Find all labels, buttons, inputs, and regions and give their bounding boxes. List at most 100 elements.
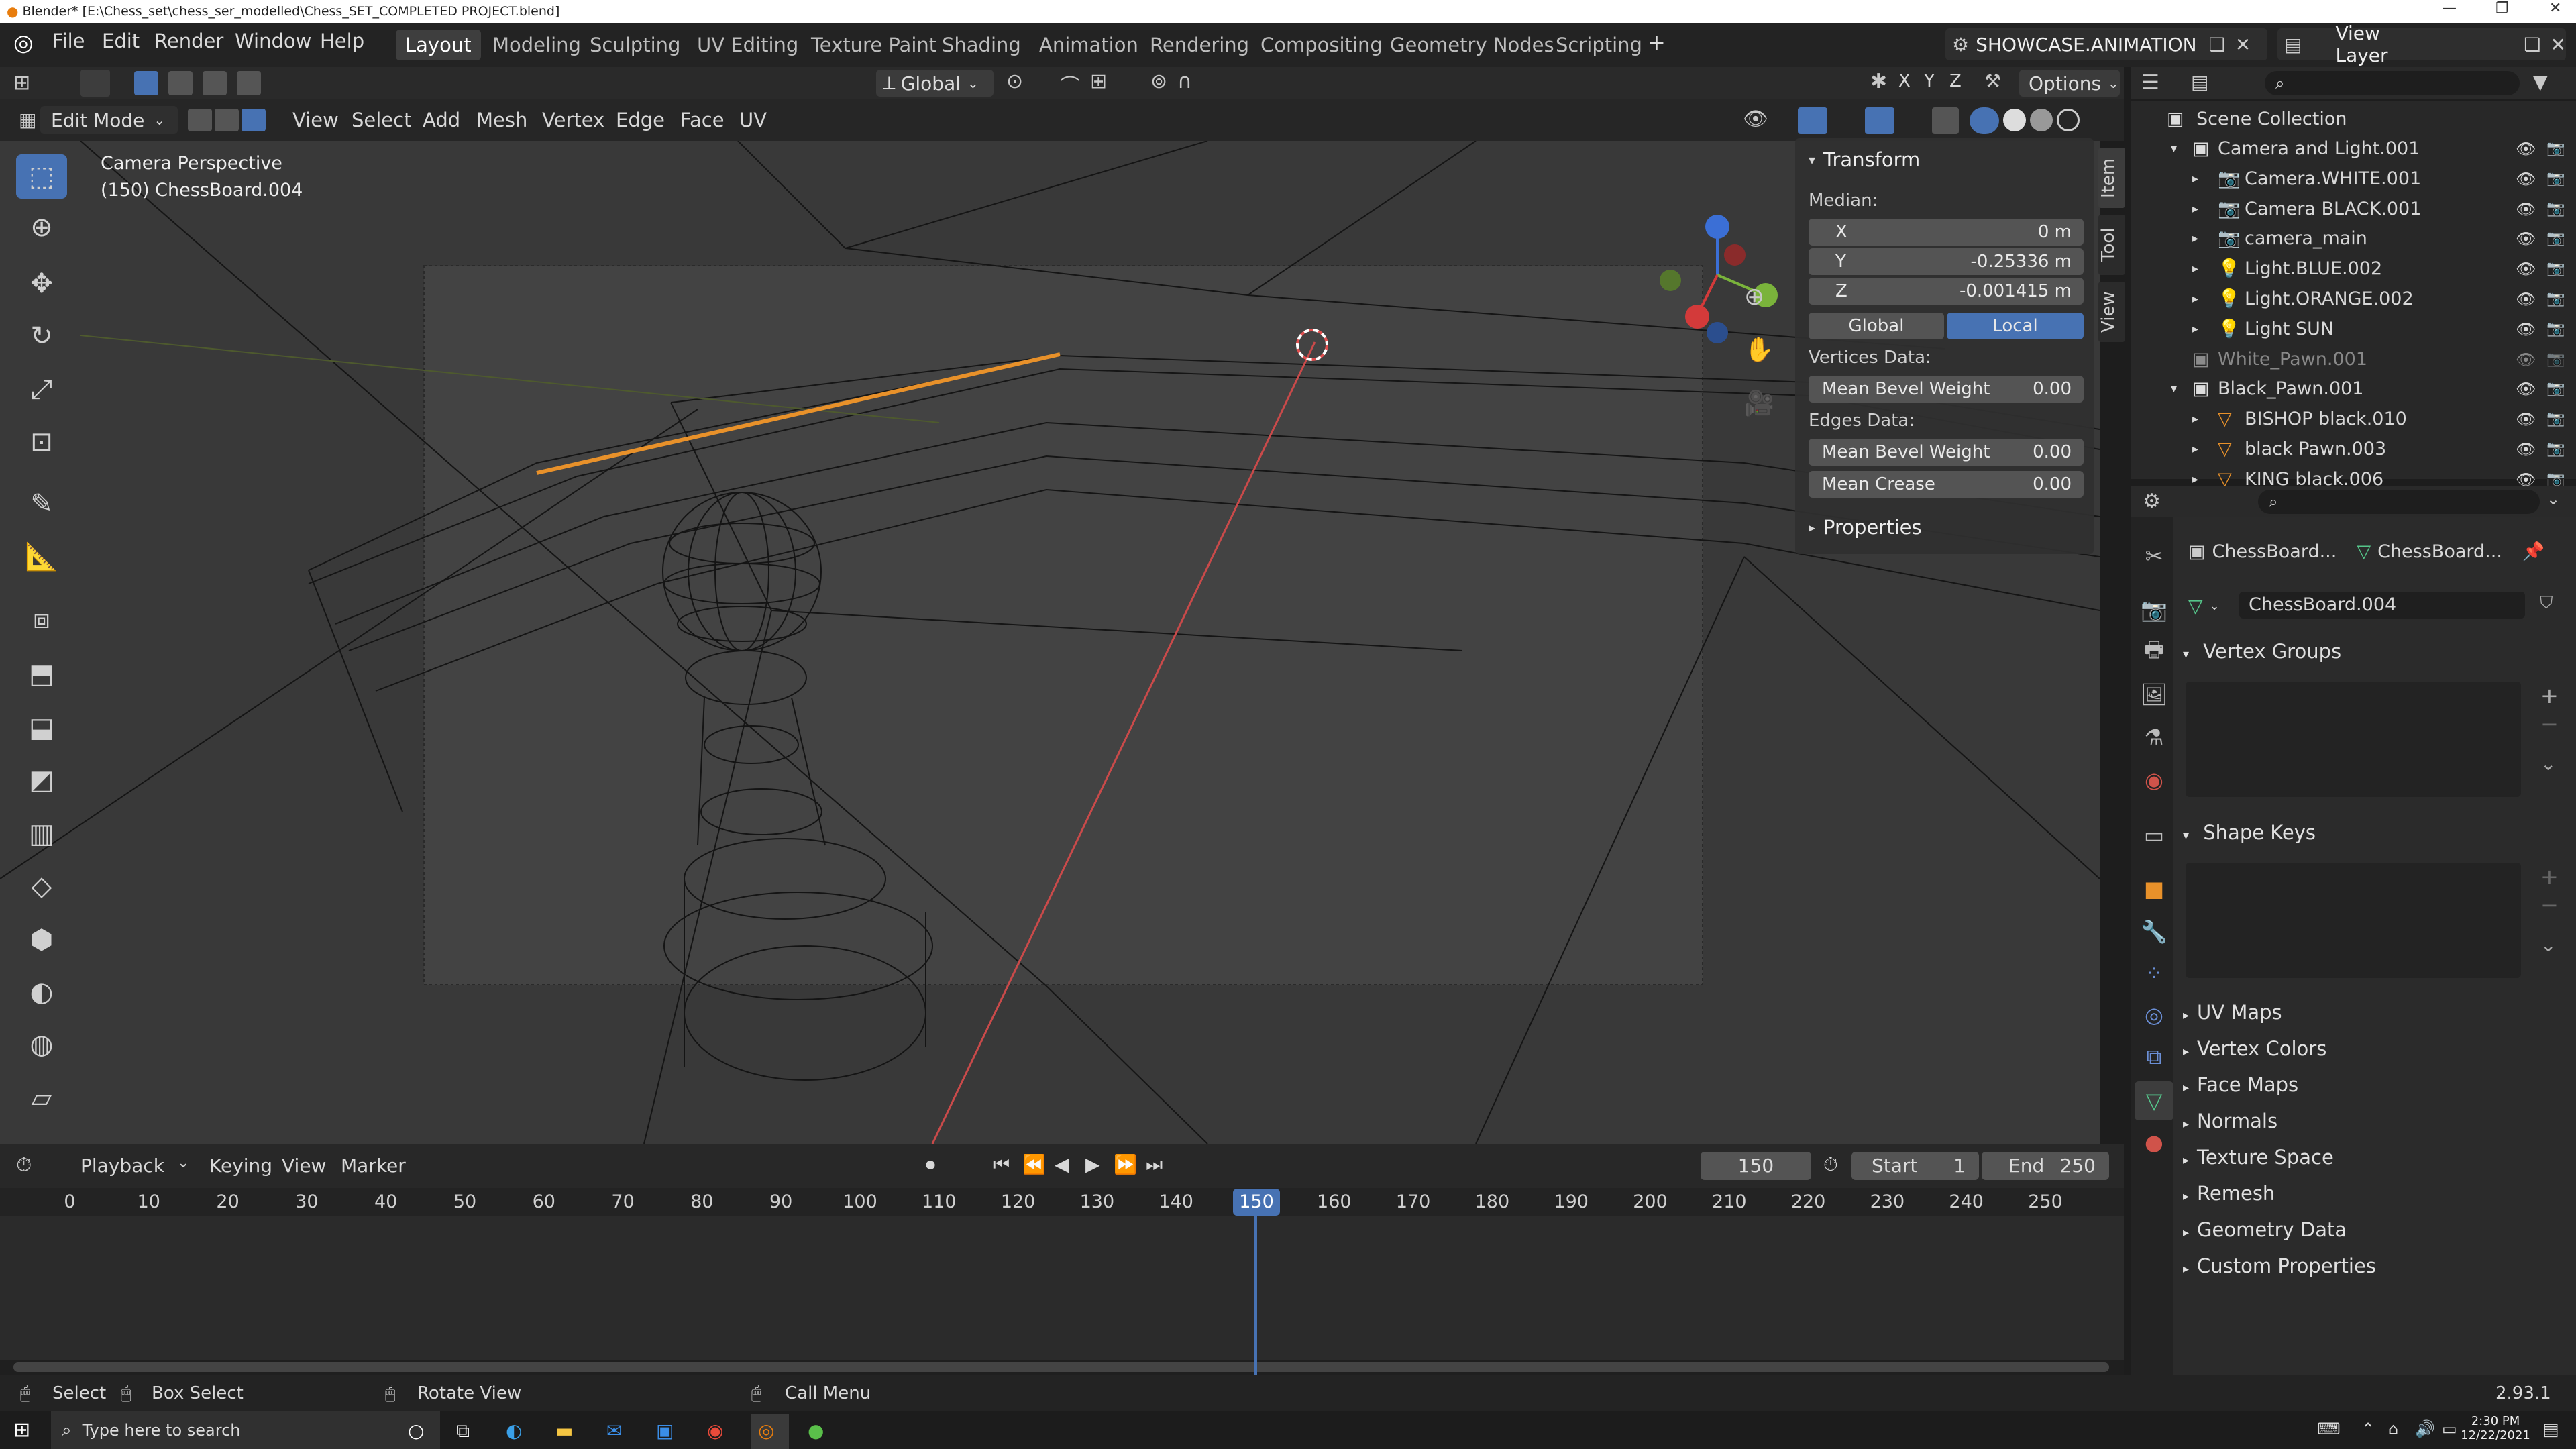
- modifier-tab-icon[interactable]: 🔧: [2135, 912, 2174, 951]
- jump-start-icon[interactable]: ⏮: [993, 1153, 1010, 1176]
- outliner-row[interactable]: ▸ 📷 camera_main 👁 📷: [2131, 224, 2576, 254]
- falloff-icon[interactable]: ∩: [1177, 70, 1192, 93]
- cursor-tool-icon[interactable]: ⊕: [16, 205, 67, 250]
- shape-keys-list[interactable]: [2186, 863, 2521, 978]
- visibility-eye-icon[interactable]: 👁: [2516, 164, 2536, 194]
- rotate-tool-icon[interactable]: ↻: [16, 314, 67, 358]
- mode-dropdown[interactable]: Edit Mode ⌄: [40, 106, 178, 134]
- render-camera-icon[interactable]: 📷: [2546, 254, 2565, 284]
- app-icon[interactable]: ●: [808, 1419, 824, 1442]
- task-view-icon[interactable]: ⧉: [456, 1419, 470, 1442]
- render-camera-icon[interactable]: 📷: [2546, 374, 2565, 404]
- chrome-icon[interactable]: ◉: [707, 1419, 723, 1442]
- menu-select[interactable]: Select: [352, 109, 411, 131]
- material-shading-icon[interactable]: [2030, 109, 2053, 131]
- chevron-down-icon[interactable]: ▾: [2171, 134, 2177, 164]
- playhead-frame-badge[interactable]: 150: [1233, 1189, 1280, 1216]
- physics-tab-icon[interactable]: ◎: [2135, 996, 2174, 1034]
- extrude-tool-icon[interactable]: ⬒: [16, 652, 67, 696]
- mirror-z[interactable]: Z: [1949, 71, 1962, 91]
- visibility-eye-icon[interactable]: 👁: [2516, 435, 2536, 464]
- menu-add[interactable]: Add: [423, 109, 460, 131]
- selection-mode-icons[interactable]: [134, 71, 268, 95]
- shear-tool-icon[interactable]: ▱: [16, 1076, 67, 1120]
- tray-chevron-icon[interactable]: ⌃: [2361, 1419, 2375, 1438]
- outliner-row[interactable]: ▸ 📷 Camera.WHITE.001 👁 📷: [2131, 164, 2576, 194]
- transform-tool-icon[interactable]: ⊡: [16, 420, 67, 464]
- properties-search-input[interactable]: ⌕: [2258, 490, 2540, 514]
- collection-tab-icon[interactable]: ▭: [2135, 816, 2174, 855]
- chevron-right-icon[interactable]: ▸: [2192, 254, 2198, 284]
- remove-shape-key-icon[interactable]: −: [2540, 892, 2559, 918]
- collapsed-panel-header[interactable]: ▸ Remesh: [2174, 1177, 2576, 1210]
- output-tab-icon[interactable]: 🖶: [2135, 633, 2174, 672]
- visibility-eye-icon[interactable]: 👁: [2516, 284, 2536, 314]
- outliner-row[interactable]: ▸ 📷 Camera BLACK.001 👁 📷: [2131, 195, 2576, 224]
- visibility-eye-icon[interactable]: 👁: [2516, 254, 2536, 284]
- visibility-eye-icon[interactable]: 👁: [2516, 195, 2536, 224]
- menu-mesh[interactable]: Mesh: [476, 109, 527, 131]
- visibility-eye-icon[interactable]: 👁: [2516, 374, 2536, 404]
- vertex-groups-list[interactable]: [2186, 682, 2521, 797]
- playhead-line[interactable]: [1254, 1144, 1257, 1375]
- menu-marker[interactable]: Marker: [341, 1155, 406, 1177]
- 3d-viewport[interactable]: Camera Perspective (150) ChessBoard.004 …: [0, 141, 2100, 1144]
- knife-tool-icon[interactable]: ◇: [16, 864, 67, 908]
- smooth-tool-icon[interactable]: ◍: [16, 1022, 67, 1067]
- spin-tool-icon[interactable]: ◐: [16, 970, 67, 1014]
- loop-cut-tool-icon[interactable]: ▥: [16, 812, 67, 856]
- chevron-right-icon[interactable]: ▸: [2192, 435, 2198, 464]
- jump-end-icon[interactable]: ⏭: [1146, 1153, 1163, 1176]
- rendered-shading-icon[interactable]: [2057, 109, 2080, 131]
- taskbar-clock[interactable]: 2:30 PM 12/22/2021: [2455, 1414, 2536, 1442]
- tab-sculpting[interactable]: Sculpting: [580, 30, 690, 60]
- tab-view[interactable]: View: [2098, 282, 2125, 342]
- tab-uv-editing[interactable]: UV Editing: [688, 30, 808, 60]
- mean-bevel-weight-edge-field[interactable]: Mean Bevel Weight 0.00: [1809, 439, 2084, 466]
- tab-scripting[interactable]: Scripting: [1546, 30, 1652, 60]
- chevron-down-icon[interactable]: ▾: [2171, 374, 2177, 404]
- xray-icon[interactable]: [1932, 107, 1959, 134]
- tab-tool[interactable]: Tool: [2098, 215, 2125, 275]
- menu-playback[interactable]: Playback: [80, 1155, 164, 1177]
- render-camera-icon[interactable]: 📷: [2546, 134, 2565, 164]
- mean-bevel-weight-vertex-field[interactable]: Mean Bevel Weight 0.00: [1809, 376, 2084, 402]
- keyframe-area[interactable]: [0, 1216, 2124, 1360]
- mesh-datablock-selector[interactable]: ▽ ⌄ ChessBoard.004 ⛉: [2188, 589, 2564, 623]
- collapsed-panel-header[interactable]: ▸ Face Maps: [2174, 1068, 2576, 1102]
- copy-view-layer-icon[interactable]: ❏: [2524, 34, 2540, 56]
- scene-collection-row[interactable]: ▣ Scene Collection: [2131, 105, 2576, 134]
- tab-item[interactable]: Item: [2098, 148, 2125, 208]
- global-button[interactable]: Global: [1809, 313, 1944, 339]
- render-camera-icon[interactable]: 📷: [2546, 164, 2565, 194]
- chevron-down-icon[interactable]: ⌄: [2546, 490, 2560, 508]
- particles-tab-icon[interactable]: ⁘: [2135, 954, 2174, 993]
- tab-shading[interactable]: Shading: [932, 30, 1030, 60]
- add-shape-key-icon[interactable]: +: [2540, 864, 2559, 890]
- minimize-icon[interactable]: —: [2442, 0, 2457, 17]
- tab-geometry-nodes[interactable]: Geometry Nodes: [1381, 30, 1564, 60]
- options-dropdown[interactable]: Options ⌄: [2019, 70, 2120, 97]
- chevron-right-icon[interactable]: ▸: [2192, 284, 2198, 314]
- tab-compositing[interactable]: Compositing: [1251, 30, 1392, 60]
- edge-select-icon[interactable]: [215, 109, 239, 131]
- next-keyframe-icon[interactable]: ⏩: [1114, 1153, 1137, 1175]
- display-mode-icon[interactable]: ▤: [2191, 71, 2208, 93]
- outliner-row[interactable]: ▣ White_Pawn.001 👁 📷: [2131, 345, 2576, 374]
- scene-tab-icon[interactable]: ⚗: [2135, 718, 2174, 757]
- menu-window[interactable]: Window: [235, 30, 311, 52]
- blender-taskbar-icon[interactable]: ◎: [758, 1419, 774, 1442]
- render-camera-icon[interactable]: 📷: [2546, 284, 2565, 314]
- tab-layout[interactable]: Layout: [396, 30, 481, 60]
- select-tool-icon[interactable]: [80, 70, 110, 97]
- scale-tool-icon[interactable]: ⤢: [16, 368, 67, 412]
- network-icon[interactable]: ⌂: [2388, 1419, 2398, 1438]
- render-camera-icon[interactable]: 📷: [2546, 345, 2565, 374]
- collapsed-panel-header[interactable]: ▸ Geometry Data: [2174, 1213, 2576, 1246]
- breadcrumb-object[interactable]: ChessBoard...: [2212, 541, 2337, 562]
- chevron-right-icon[interactable]: ▸: [2192, 164, 2198, 194]
- menu-face[interactable]: Face: [680, 109, 724, 131]
- transform-panel-header[interactable]: ▾ Transform: [1809, 146, 1920, 173]
- add-cube-tool-icon[interactable]: ⧈: [16, 597, 67, 641]
- proportional-edit-icon[interactable]: ⊚: [1150, 70, 1167, 93]
